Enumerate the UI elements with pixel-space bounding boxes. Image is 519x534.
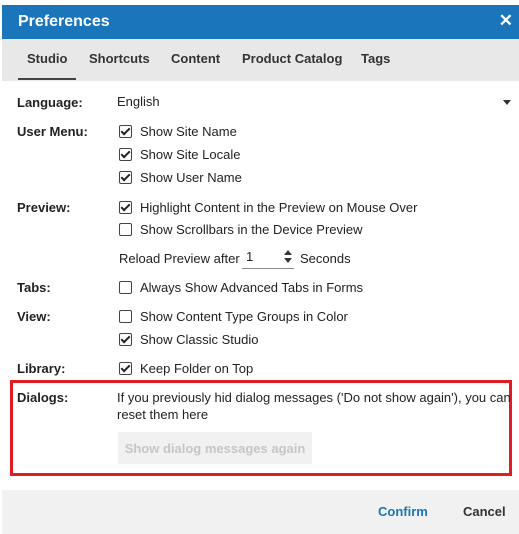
tab-bar: Studio Shortcuts Content Product Catalog… [2, 39, 519, 81]
checkbox-checked-icon [119, 333, 132, 346]
checkbox-checked-icon [119, 171, 132, 184]
stepper-down-icon[interactable] [284, 258, 292, 263]
reload-preview-suffix: Seconds [300, 251, 351, 266]
reload-preview-prefix: Reload Preview after [119, 251, 240, 266]
checkbox-advanced-tabs[interactable]: Always Show Advanced Tabs in Forms [119, 280, 363, 295]
checkbox-label: Keep Folder on Top [140, 361, 254, 376]
checkbox-unchecked-icon [119, 223, 132, 236]
checkbox-label: Show User Name [140, 170, 242, 185]
dialog-footer: Confirm Cancel [2, 490, 519, 534]
language-value: English [117, 94, 160, 109]
user-menu-label: User Menu: [17, 124, 88, 139]
cancel-button[interactable]: Cancel [463, 504, 506, 519]
stepper-up-icon[interactable] [284, 250, 292, 255]
checkbox-keep-folder-on-top[interactable]: Keep Folder on Top [119, 361, 253, 376]
checkbox-unchecked-icon [119, 281, 132, 294]
checkbox-label: Show Site Name [140, 124, 237, 139]
reload-seconds-value: 1 [246, 249, 254, 264]
tab-tags[interactable]: Tags [361, 39, 390, 79]
language-label: Language: [17, 95, 83, 110]
view-label: View: [17, 309, 51, 324]
close-icon[interactable]: ✕ [499, 11, 513, 31]
checkbox-show-scrollbars[interactable]: Show Scrollbars in the Device Preview [119, 222, 363, 237]
checkbox-label: Always Show Advanced Tabs in Forms [140, 280, 364, 295]
tabs-label: Tabs: [17, 280, 51, 295]
reload-seconds-stepper[interactable]: 1 [242, 246, 294, 269]
tab-product-catalog[interactable]: Product Catalog [242, 39, 342, 79]
checkbox-label: Show Scrollbars in the Device Preview [140, 222, 363, 237]
show-dialog-messages-button[interactable]: Show dialog messages again [118, 432, 312, 464]
checkbox-label: Show Site Locale [140, 147, 241, 162]
checkbox-show-site-locale[interactable]: Show Site Locale [119, 147, 240, 162]
checkbox-checked-icon [119, 148, 132, 161]
library-label: Library: [17, 361, 66, 376]
checkbox-label: Show Classic Studio [140, 332, 259, 347]
checkbox-label: Highlight Content in the Preview on Mous… [140, 200, 418, 215]
checkbox-unchecked-icon [119, 310, 132, 323]
preferences-dialog: Preferences ✕ Studio Shortcuts Content P… [0, 0, 519, 534]
dialogs-description: If you previously hid dialog messages ('… [117, 390, 511, 422]
language-select[interactable]: English [117, 90, 513, 112]
chevron-down-icon [503, 100, 511, 105]
checkbox-show-user-name[interactable]: Show User Name [119, 170, 242, 185]
tab-shortcuts[interactable]: Shortcuts [89, 39, 150, 79]
tab-studio[interactable]: Studio [17, 39, 77, 80]
checkbox-label: Show Content Type Groups in Color [140, 309, 348, 324]
checkbox-checked-icon [119, 125, 132, 138]
dialog-title: Preferences [18, 13, 110, 30]
checkbox-highlight-content[interactable]: Highlight Content in the Preview on Mous… [119, 200, 417, 215]
tab-content[interactable]: Content [171, 39, 220, 79]
dialogs-label: Dialogs: [17, 390, 69, 405]
checkbox-content-type-groups-color[interactable]: Show Content Type Groups in Color [119, 309, 348, 324]
confirm-button[interactable]: Confirm [378, 504, 428, 519]
dialog-titlebar: Preferences ✕ [2, 5, 519, 39]
checkbox-checked-icon [119, 362, 132, 375]
preview-label: Preview: [17, 200, 71, 215]
checkbox-classic-studio[interactable]: Show Classic Studio [119, 332, 259, 347]
checkbox-show-site-name[interactable]: Show Site Name [119, 124, 237, 139]
checkbox-checked-icon [119, 201, 132, 214]
